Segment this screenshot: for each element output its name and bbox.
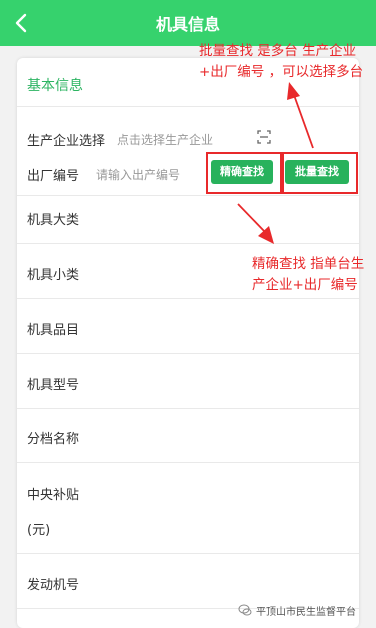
annotation-arrows — [237, 82, 314, 244]
exact-arrow-head — [258, 226, 274, 244]
exact-arrow-line — [237, 203, 266, 233]
wechat-icon — [238, 604, 252, 616]
batch-arrow-line — [293, 94, 314, 149]
batch-annotation: 批量查找 是多台 生产企业 +出厂编号 ，可以选择多台 — [199, 43, 364, 80]
exact-annotation: 精确查找 指单台生产企业+出厂编号 — [252, 256, 365, 293]
batch-arrow-head — [287, 82, 300, 100]
watermark-text: 平顶山市民生监督平台 — [256, 607, 356, 618]
